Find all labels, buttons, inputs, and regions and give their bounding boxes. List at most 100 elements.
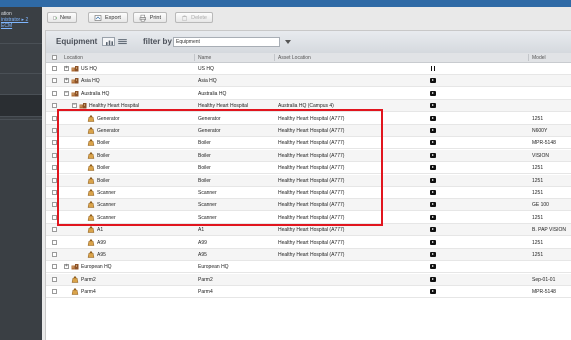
table-row[interactable]: A95 A95 Healthy Heart Hospital (A777) 1251 <box>46 249 571 261</box>
row-checkbox[interactable] <box>52 128 57 133</box>
table-row[interactable]: − Healthy Heart Hospital Healthy Heart Hos… <box>46 100 571 113</box>
play-icon[interactable] <box>430 177 436 183</box>
collapse-icon[interactable]: − <box>72 103 77 109</box>
play-icon[interactable] <box>430 202 436 208</box>
cell-location[interactable]: A95 <box>97 252 106 258</box>
table-row[interactable]: Parm4 Parm4 MPR-5148 <box>46 286 571 299</box>
cell-name: Scanner <box>198 214 217 221</box>
play-icon[interactable] <box>430 152 436 158</box>
top-bar <box>0 0 571 7</box>
expand-icon[interactable]: + <box>64 66 69 71</box>
sidebar-ecm-link[interactable]: ECM <box>1 23 12 29</box>
column-header-name[interactable]: Name <box>198 55 211 61</box>
cell-location[interactable]: European HQ <box>81 264 112 270</box>
row-checkbox[interactable] <box>52 165 57 171</box>
equipment-icon <box>71 276 79 283</box>
cell-location[interactable]: Generator <box>97 128 120 134</box>
cell-location[interactable]: Boiler <box>97 165 110 171</box>
table-row[interactable]: Scanner Scanner Healthy Heart Hospital (A7… <box>46 199 571 212</box>
cell-location[interactable]: US HQ <box>81 66 97 72</box>
row-checkbox[interactable] <box>52 115 57 121</box>
cell-location[interactable]: Healthy Heart Hospital <box>89 103 139 109</box>
row-checkbox[interactable] <box>52 103 57 109</box>
export-button[interactable]: Export <box>88 12 128 23</box>
play-icon[interactable] <box>430 115 436 121</box>
table-row[interactable]: Parm2 Parm2 Sep-01-01 <box>46 273 571 286</box>
cell-location[interactable]: A1 <box>97 227 103 233</box>
play-icon[interactable] <box>430 264 436 270</box>
row-checkbox[interactable] <box>52 264 57 270</box>
column-header-location[interactable]: Location <box>64 55 83 61</box>
play-icon[interactable] <box>430 252 436 257</box>
play-icon[interactable] <box>430 103 436 109</box>
cell-location[interactable]: Boiler <box>97 153 110 159</box>
play-icon[interactable] <box>430 190 436 195</box>
table-row[interactable]: + Asia HQ Asia HQ <box>46 75 571 88</box>
cell-location[interactable]: Parm4 <box>81 289 96 295</box>
table-row[interactable]: Generator Generator Healthy Heart Hospital… <box>46 125 571 137</box>
cell-location[interactable]: Scanner <box>97 190 116 196</box>
row-checkbox[interactable] <box>52 140 57 146</box>
row-checkbox[interactable] <box>52 239 57 245</box>
row-checkbox[interactable] <box>52 202 57 208</box>
collapse-icon[interactable]: − <box>64 90 69 96</box>
play-icon[interactable] <box>430 239 436 245</box>
cell-location[interactable]: Australia HQ <box>81 91 109 97</box>
chevron-down-icon[interactable] <box>285 40 291 44</box>
filter-input[interactable] <box>173 37 280 47</box>
play-icon[interactable] <box>430 90 436 96</box>
play-icon[interactable] <box>430 140 436 146</box>
play-icon[interactable] <box>430 165 436 171</box>
row-checkbox[interactable] <box>52 90 57 96</box>
new-button[interactable]: New <box>47 12 77 23</box>
list-view-icon[interactable] <box>116 37 129 46</box>
table-row[interactable]: Boiler Boiler Healthy Heart Hospital (A777… <box>46 137 571 150</box>
row-checkbox[interactable] <box>52 252 57 257</box>
cell-location[interactable]: Boiler <box>97 140 110 146</box>
table-row[interactable]: + US HQ US HQ <box>46 63 571 75</box>
delete-button[interactable]: Delete <box>175 12 213 23</box>
play-icon[interactable] <box>430 276 436 282</box>
cell-location[interactable]: A99 <box>97 240 106 246</box>
play-icon[interactable] <box>430 128 436 133</box>
row-checkbox[interactable] <box>52 78 57 84</box>
row-checkbox[interactable] <box>52 190 57 195</box>
select-all-checkbox[interactable] <box>52 55 57 60</box>
cell-location[interactable]: Boiler <box>97 178 110 184</box>
row-checkbox[interactable] <box>52 227 57 233</box>
row-checkbox[interactable] <box>52 289 57 295</box>
chart-view-icon[interactable] <box>102 37 115 46</box>
play-icon[interactable] <box>430 214 436 220</box>
table-row[interactable]: Scanner Scanner Healthy Heart Hospital (A7… <box>46 187 571 199</box>
play-icon[interactable] <box>430 78 436 84</box>
table-row[interactable]: Boiler Boiler Healthy Heart Hospital (A777… <box>46 174 571 187</box>
column-header-model[interactable]: Model <box>532 55 546 61</box>
column-header-asset-location[interactable]: Asset Location <box>278 55 311 61</box>
row-checkbox[interactable] <box>52 276 57 282</box>
row-checkbox[interactable] <box>52 152 57 158</box>
expand-icon[interactable]: + <box>64 264 69 270</box>
cell-location[interactable]: Asia HQ <box>81 78 100 84</box>
table-row[interactable]: A99 A99 Healthy Heart Hospital (A777) 1251 <box>46 237 571 249</box>
cell-location[interactable]: Scanner <box>97 215 116 221</box>
row-checkbox[interactable] <box>52 66 57 71</box>
row-checkbox[interactable] <box>52 177 57 183</box>
table-row[interactable]: A1 A1 Healthy Heart Hospital (A777) B. PAP … <box>46 224 571 237</box>
table-row[interactable]: − Australia HQ Australia HQ <box>46 88 571 100</box>
pause-icon[interactable] <box>431 66 435 71</box>
row-checkbox[interactable] <box>52 214 57 220</box>
cell-location[interactable]: Scanner <box>97 202 116 208</box>
cell-location[interactable]: Parm2 <box>81 277 96 283</box>
expand-icon[interactable]: + <box>64 78 69 84</box>
play-icon[interactable] <box>430 227 436 233</box>
table-row[interactable]: + European HQ European HQ <box>46 261 571 274</box>
cell-name: Scanner <box>198 190 217 196</box>
cell-location[interactable]: Generator <box>97 116 120 122</box>
sidebar-selected-item[interactable] <box>0 94 42 117</box>
table-row[interactable]: Boiler Boiler Healthy Heart Hospital (A777… <box>46 149 571 162</box>
table-row[interactable]: Generator Generator Healthy Heart Hospital… <box>46 113 571 125</box>
play-icon[interactable] <box>430 289 436 295</box>
table-row[interactable]: Scanner Scanner Healthy Heart Hospital (A7… <box>46 212 571 224</box>
table-row[interactable]: Boiler Boiler Healthy Heart Hospital (A777… <box>46 162 571 175</box>
print-button[interactable]: Print <box>133 12 167 23</box>
